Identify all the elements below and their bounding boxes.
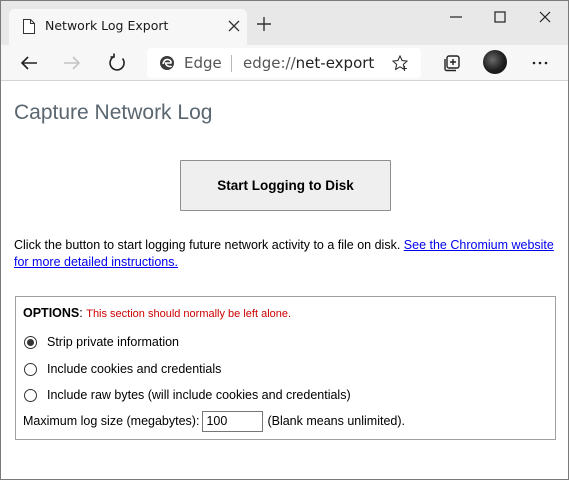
tab-strip: Network Log Export (1, 1, 568, 45)
max-log-size-row: Maximum log size (megabytes): (Blank mea… (23, 410, 405, 432)
radio-include-raw-bytes[interactable]: Include raw bytes (will include cookies … (24, 387, 351, 403)
instructions-text: Click the button to start logging future… (14, 238, 404, 252)
max-size-input[interactable] (202, 410, 264, 432)
page-title: Capture Network Log (14, 101, 213, 124)
url-path: net-export (295, 54, 375, 72)
options-warning: This section should normally be left alo… (86, 308, 292, 320)
collections-icon[interactable] (441, 52, 463, 74)
options-label: OPTIONS (23, 306, 80, 320)
more-options-icon[interactable] (529, 52, 551, 74)
radio-label: Strip private information (47, 335, 180, 349)
url-scheme: edge:// (243, 54, 296, 72)
options-header: OPTIONS: This section should normally be… (23, 306, 291, 320)
back-arrow-icon[interactable] (18, 52, 40, 74)
address-separator (231, 55, 232, 72)
radio-button[interactable] (24, 362, 37, 376)
profile-avatar[interactable] (483, 50, 507, 74)
page-icon (23, 19, 35, 34)
options-section: OPTIONS: This section should normally be… (15, 296, 556, 440)
close-tab-icon[interactable] (227, 19, 241, 33)
minimize-icon[interactable] (448, 9, 464, 25)
max-size-hint: (Blank means unlimited). (267, 414, 406, 428)
start-logging-button[interactable]: Start Logging to Disk (180, 160, 391, 211)
new-tab-icon[interactable] (255, 15, 273, 33)
browser-window: Network Log Export Edge edge://net-expor… (0, 0, 569, 480)
favorite-star-icon[interactable] (391, 54, 409, 72)
url-text[interactable]: edge://net-export (243, 54, 374, 72)
close-window-icon[interactable] (537, 9, 553, 25)
page-content: Capture Network Log Start Logging to Dis… (1, 82, 568, 479)
tab-network-log-export[interactable]: Network Log Export (9, 9, 247, 45)
radio-include-cookies[interactable]: Include cookies and credentials (24, 361, 221, 377)
radio-label: Include raw bytes (will include cookies … (47, 388, 351, 402)
refresh-icon[interactable] (106, 52, 128, 74)
max-size-label: Maximum log size (megabytes): (23, 414, 200, 428)
address-bar[interactable]: Edge edge://net-export (147, 48, 421, 78)
radio-strip-private[interactable]: Strip private information (24, 334, 179, 350)
radio-button[interactable] (24, 388, 37, 402)
tab-title: Network Log Export (45, 18, 169, 33)
radio-label: Include cookies and credentials (47, 362, 222, 376)
maximize-icon[interactable] (492, 9, 508, 25)
radio-button-checked[interactable] (24, 335, 37, 349)
site-name: Edge (184, 54, 222, 72)
instructions: Click the button to start logging future… (14, 237, 554, 271)
toolbar: Edge edge://net-export (1, 45, 568, 81)
forward-arrow-icon[interactable] (61, 52, 83, 74)
edge-logo-icon (159, 55, 175, 71)
